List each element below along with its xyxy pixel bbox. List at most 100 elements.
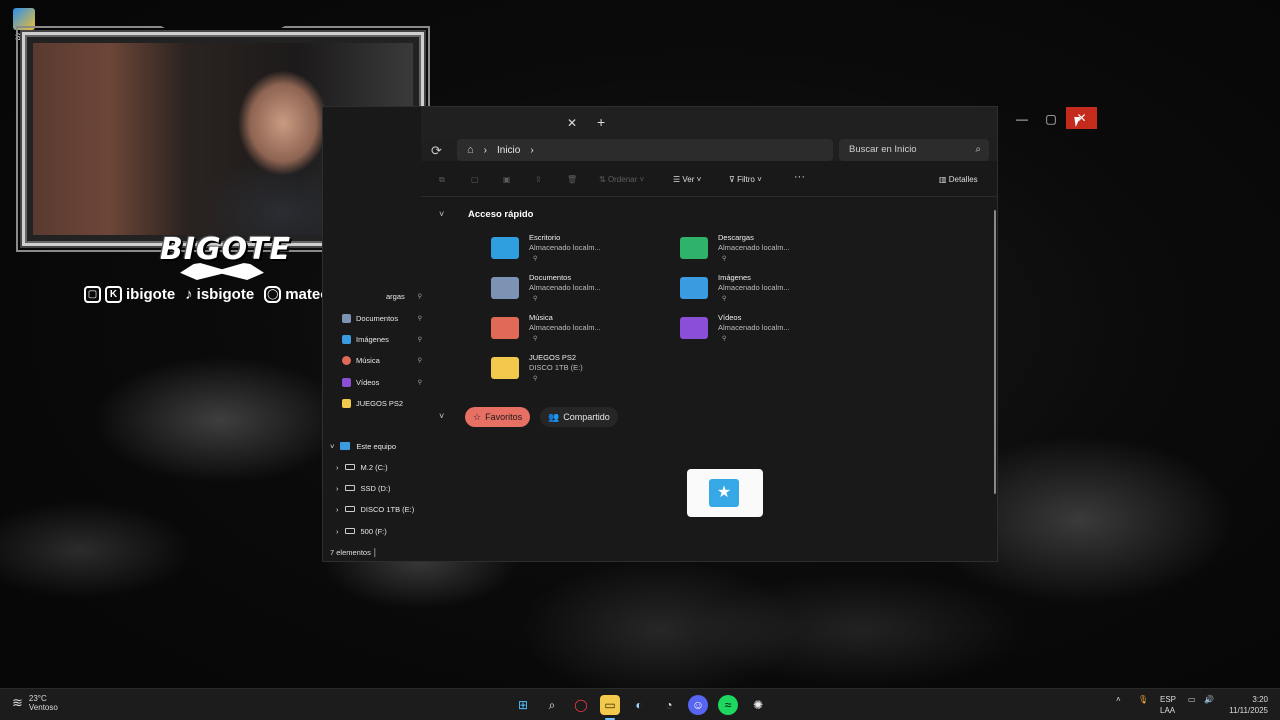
sidebar-item-musica[interactable]: Música ⚲	[342, 352, 422, 368]
desktop-folder-icon	[491, 237, 519, 259]
tab-compartido[interactable]: 👥 Compartido	[540, 407, 618, 427]
item-location: Almacenado localm...	[529, 323, 601, 332]
sidebar-item-label: JUEGOS PS2	[356, 398, 404, 408]
maximize-button[interactable]: ▢	[1037, 109, 1065, 129]
volume-icon[interactable]: 🔊	[1204, 695, 1214, 704]
favorites-empty-illustration: ★	[687, 469, 763, 517]
status-bar: 7 elementos │	[330, 548, 378, 557]
chevron-right-icon[interactable]: ›	[336, 463, 339, 472]
microphone-icon[interactable]: 🎙	[1138, 695, 1148, 704]
item-name: Música	[529, 313, 553, 322]
breadcrumb[interactable]: ⌂ › Inicio ›	[457, 139, 833, 161]
chevron-right-icon[interactable]: ›	[336, 484, 339, 493]
tree-item-drive-d[interactable]: › SSD (D:)	[336, 480, 391, 496]
opera-gx-icon[interactable]: ◯	[571, 695, 591, 715]
weather-condition: Ventoso	[28, 703, 58, 712]
sidebar-item-videos[interactable]: Vídeos ⚲	[342, 374, 422, 390]
tiktok-handle: ♪ isbigote	[185, 286, 254, 303]
refresh-icon[interactable]: ⟳	[431, 143, 442, 159]
pin-icon: ⚲	[417, 315, 422, 322]
pin-icon: ⚲	[722, 256, 727, 262]
delete-icon: 🗑	[567, 175, 578, 184]
navigation-pane: argas ⚲ Documentos ⚲ Imágenes ⚲ Música ⚲…	[328, 266, 424, 542]
quick-access-videos[interactable]: Vídeos Almacenado localm... ⚲	[680, 313, 860, 347]
chevron-up-icon[interactable]: ˄	[1116, 695, 1121, 704]
sidebar-item-documentos[interactable]: Documentos ⚲	[342, 310, 422, 326]
clock-time: 3:20	[1252, 695, 1268, 704]
copy-icon: ▣	[503, 175, 511, 184]
start-button[interactable]: ⊞	[513, 695, 533, 715]
tab-close-icon[interactable]: ✕	[567, 116, 577, 130]
system-clock[interactable]: 3:20 11/11/2025	[1229, 694, 1268, 716]
filter-button[interactable]: ⊽ Filtro ˅	[729, 175, 762, 184]
tree-item-este-equipo[interactable]: ˅ Este equipo	[330, 438, 396, 454]
address-bar: ⟳ ⌂ › Inicio › Buscar en Inicio ⌕	[421, 139, 997, 161]
vertical-scrollbar[interactable]	[994, 210, 996, 494]
streamer-logo: BIGOTE	[160, 232, 292, 267]
chevron-right-icon[interactable]: ›	[336, 527, 339, 536]
more-options-button[interactable]: ···	[794, 171, 805, 183]
drive-icon	[344, 528, 355, 534]
breadcrumb-separator-icon: ›	[483, 144, 487, 156]
pictures-folder-icon	[680, 277, 708, 299]
taskbar: ≋ 23°C Ventoso ⊞ ⌕ ◯ ▭ ◐ ◔ ☺ ≈ ✺ ˄ 🎙 ESP…	[0, 688, 1280, 720]
quick-access-documentos[interactable]: Documentos Almacenado localm... ⚲	[491, 273, 671, 307]
file-explorer-icon[interactable]: ▭	[600, 695, 620, 720]
star-icon: ☆	[473, 412, 482, 422]
tree-item-drive-e[interactable]: › DISCO 1TB (E:)	[336, 501, 414, 517]
quick-access-descargas[interactable]: Descargas Almacenado localm... ⚲	[680, 233, 860, 267]
collapse-chevron-icon[interactable]: ˅	[439, 411, 444, 421]
search-icon: ⌕	[975, 144, 981, 155]
pin-icon: ⚲	[722, 336, 727, 342]
view-button[interactable]: ☰ Ver ˅	[673, 175, 701, 184]
temperature: 23°C	[28, 694, 47, 703]
item-location: DISCO 1TB (E:)	[529, 363, 583, 372]
new-tab-button[interactable]: +	[597, 114, 605, 130]
collapse-chevron-icon[interactable]: ˅	[439, 209, 444, 219]
sidebar-item-label: Imágenes	[356, 334, 389, 344]
tree-item-label: SSD (D:)	[360, 483, 391, 493]
tree-item-label: M.2 (C:)	[360, 462, 388, 472]
language-indicator[interactable]: ESP LAA	[1160, 694, 1176, 716]
item-name: Vídeos	[718, 313, 742, 322]
quick-access-juegos-ps2[interactable]: JUEGOS PS2 DISCO 1TB (E:) ⚲	[491, 353, 671, 387]
search-input[interactable]: Buscar en Inicio ⌕	[839, 139, 989, 161]
twitch-handle: ▢ K ibigote	[84, 285, 176, 303]
spotify-icon[interactable]: ≈	[718, 695, 738, 715]
music-icon	[342, 355, 351, 365]
discord-icon[interactable]: ☺	[688, 695, 708, 715]
quick-access-musica[interactable]: Música Almacenado localm... ⚲	[491, 313, 671, 347]
quick-access-escritorio[interactable]: Escritorio Almacenado localm... ⚲	[491, 233, 671, 267]
sidebar-item-imagenes[interactable]: Imágenes ⚲	[342, 331, 422, 347]
sidebar-item-juegos-ps2[interactable]: JUEGOS PS2	[342, 395, 422, 411]
tree-item-label: DISCO 1TB (E:)	[360, 504, 415, 514]
sidebar-item-descargas[interactable]: argas ⚲	[342, 288, 422, 304]
details-button[interactable]: ▥ Detalles	[939, 175, 978, 184]
home-icon[interactable]: ⌂	[467, 144, 474, 156]
breadcrumb-inicio[interactable]: Inicio	[497, 145, 520, 156]
quick-access-imagenes[interactable]: Imágenes Almacenado localm... ⚲	[680, 273, 860, 307]
weather-widget[interactable]: ≋ 23°C Ventoso	[12, 694, 58, 712]
tree-item-drive-c[interactable]: › M.2 (C:)	[336, 459, 388, 475]
chevron-down-icon[interactable]: ˅	[330, 442, 334, 451]
drive-icon	[344, 506, 355, 512]
new-icon: ⧉	[439, 175, 445, 184]
chevron-right-icon[interactable]: ›	[336, 505, 339, 514]
tree-item-drive-f[interactable]: › 500 (F:)	[336, 523, 387, 539]
breadcrumb-chevron-icon[interactable]: ›	[530, 145, 533, 156]
network-icon[interactable]: ▭	[1188, 695, 1196, 704]
search-icon[interactable]: ⌕	[542, 695, 562, 715]
minimize-button[interactable]: —	[1008, 109, 1036, 129]
pin-icon: ⚲	[533, 256, 538, 262]
keyboard-layout: LAA	[1160, 706, 1176, 715]
steam-icon[interactable]: ◐	[629, 695, 649, 715]
wind-icon: ≋	[12, 695, 23, 710]
drive-icon	[344, 485, 355, 491]
search-placeholder: Buscar en Inicio	[849, 144, 917, 155]
favoritos-label: Favoritos	[485, 412, 523, 422]
steelseries-icon[interactable]: ✺	[748, 695, 768, 715]
tab-favoritos[interactable]: ☆ Favoritos	[465, 407, 531, 427]
twitch-handle-text: ibigote	[126, 285, 176, 303]
sort-label: Ordenar	[607, 175, 638, 184]
clock-app-icon[interactable]: ◔	[659, 695, 679, 715]
